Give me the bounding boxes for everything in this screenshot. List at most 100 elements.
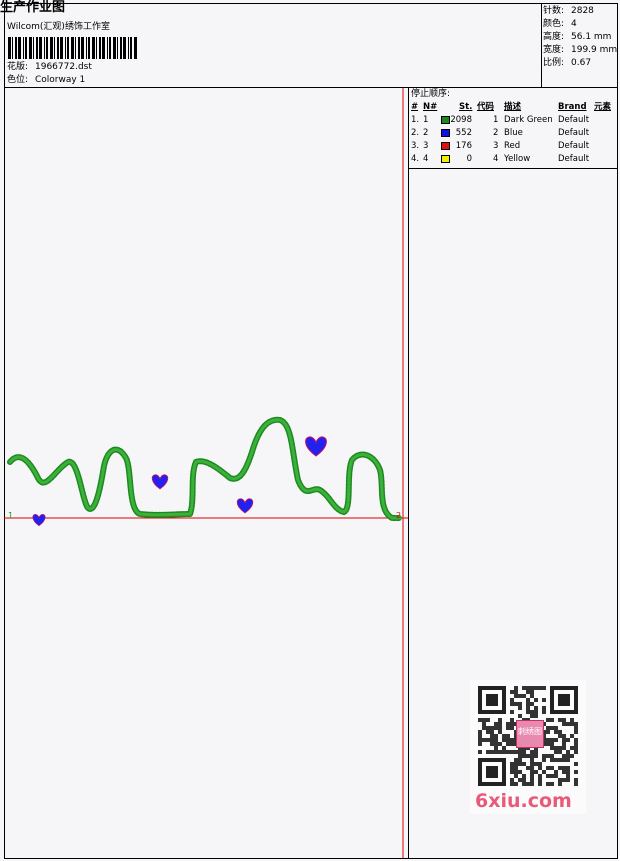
qr-module: [522, 762, 526, 766]
qr-module: [526, 690, 530, 694]
qr-module: [530, 754, 534, 758]
heart-shape: [305, 436, 327, 457]
qr-module: [554, 726, 558, 730]
barcode-bar: [109, 37, 111, 59]
qr-module: [558, 778, 562, 782]
design-label: 花版:: [7, 62, 29, 72]
color-swatch: [441, 116, 450, 124]
barcode-bar: [128, 37, 129, 59]
barcode-bar: [71, 37, 74, 59]
row-description: Dark Green: [504, 115, 553, 125]
qr-module: [506, 726, 510, 730]
qr-module: [554, 770, 558, 774]
qr-module: [510, 762, 514, 766]
barcode-bar: [54, 37, 55, 59]
qr-module: [562, 738, 566, 742]
qr-module: [542, 686, 546, 690]
table-row: 1. 1 2098 1 Dark Green Default: [411, 114, 620, 126]
qr-module: [550, 766, 554, 770]
qr-module: [562, 754, 566, 758]
qr-module: [510, 782, 514, 786]
qr-module: [514, 762, 518, 766]
qr-module: [574, 762, 578, 766]
width-value: 199.9 mm: [571, 45, 618, 55]
panel-divider: [408, 87, 409, 859]
qr-module: [566, 750, 570, 754]
qr-module: [506, 734, 510, 738]
qr-module: [550, 726, 554, 730]
row-index: 3.: [411, 141, 420, 151]
qr-module: [570, 734, 574, 738]
heart-shape: [236, 498, 254, 514]
barcode-bar: [78, 37, 80, 59]
qr-module: [542, 754, 546, 758]
row-brand: Default: [558, 115, 590, 125]
qr-module: [526, 686, 530, 690]
barcode-bar: [113, 37, 116, 59]
row-stitches: 176: [455, 141, 472, 151]
qr-module: [530, 766, 534, 770]
qr-module: [490, 730, 494, 734]
stats-divider: [541, 3, 542, 88]
header-divider: [4, 87, 618, 88]
barcode-bar: [8, 37, 11, 59]
qr-finder: [486, 694, 498, 706]
barcode-bar: [65, 37, 66, 59]
row-code: 1: [493, 115, 499, 125]
qr-module: [530, 686, 534, 690]
qr-module: [534, 706, 538, 710]
color-swatch: [441, 142, 450, 150]
qr-module: [530, 710, 534, 714]
qr-module: [518, 750, 522, 754]
qr-module: [518, 702, 522, 706]
qr-module: [538, 762, 542, 766]
row-code: 4: [493, 154, 499, 164]
heart-shape: [151, 474, 169, 490]
qr-module: [546, 782, 550, 786]
qr-module: [530, 702, 534, 706]
qr-module: [518, 762, 522, 766]
qr-module: [510, 770, 514, 774]
qr-module: [518, 770, 522, 774]
qr-module: [530, 782, 534, 786]
qr-module: [498, 742, 502, 746]
qr-module: [530, 774, 534, 778]
qr-module: [558, 782, 562, 786]
qr-module: [478, 738, 482, 742]
col-header-stitches: St.: [459, 102, 473, 112]
col-header-brand: Brand: [558, 102, 587, 112]
qr-module: [546, 774, 550, 778]
qr-module: [574, 778, 578, 782]
row-brand: Default: [558, 154, 590, 164]
qr-module: [498, 726, 502, 730]
qr-module: [534, 698, 538, 702]
color-swatch: [441, 155, 450, 163]
qr-module: [514, 766, 518, 770]
qr-module: [482, 718, 486, 722]
barcode-bar: [96, 37, 97, 59]
qr-module: [566, 722, 570, 726]
qr-module: [502, 734, 506, 738]
width-label: 宽度:: [543, 45, 565, 55]
qr-module: [506, 738, 510, 742]
qr-module: [530, 750, 534, 754]
qr-label: 刺绣图: [518, 727, 542, 736]
qr-module: [514, 758, 518, 762]
qr-module: [546, 766, 550, 770]
vine-stitch-shadow: [7, 416, 403, 521]
qr-module: [558, 750, 562, 754]
table-row: 3. 3 176 3 Red Default: [411, 140, 620, 152]
row-brand: Default: [558, 128, 590, 138]
barcode-bar: [107, 37, 108, 59]
height-value: 56.1 mm: [571, 32, 612, 42]
qr-module: [550, 754, 554, 758]
col-header-description: 描述: [504, 102, 522, 112]
qr-module: [514, 694, 518, 698]
qr-module: [570, 754, 574, 758]
qr-module: [574, 726, 578, 730]
stitches-label: 针数:: [543, 6, 565, 16]
qr-module: [506, 742, 510, 746]
qr-module: [502, 746, 506, 750]
qr-module: [554, 730, 558, 734]
qr-module: [530, 762, 534, 766]
